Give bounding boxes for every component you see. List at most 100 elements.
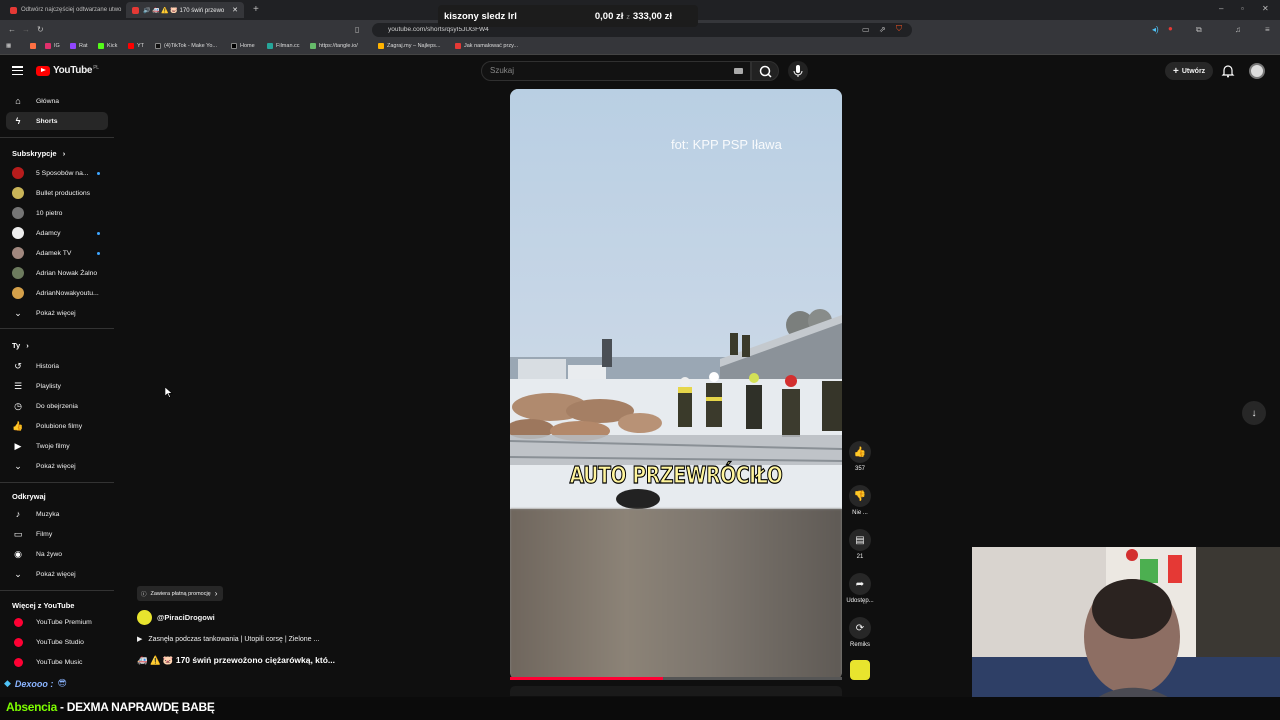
extension-icon[interactable]: ● [1168, 24, 1173, 33]
keyboard-icon[interactable] [734, 68, 743, 74]
like-button[interactable]: 👍 357 [846, 441, 874, 472]
sound-thumbnail[interactable] [850, 660, 870, 680]
new-tab-icon[interactable]: + [253, 4, 259, 15]
minimize-icon[interactable]: – [1219, 4, 1223, 13]
channel-avatar [12, 167, 24, 179]
sidebar-subscription[interactable]: Adrian Nowak Żalno [6, 264, 108, 282]
sidebar-youtube-product[interactable]: YouTube Studio [6, 633, 108, 651]
paid-promotion-badge[interactable]: ⓘ Zawiera płatną promocję › [137, 586, 224, 601]
webcam-image [972, 547, 1280, 720]
sidebar-item-shorts[interactable]: ϟ Shorts [6, 112, 108, 130]
tab-label: 🔊 🚑 ⚠️ 🐷 170 świń przewoż [143, 7, 225, 14]
sidebar-item-watch-later[interactable]: ◷ Do obejrzenia [6, 397, 108, 415]
divider [0, 482, 114, 483]
video-title: 🚑 ⚠️ 🐷 170 świń przewożono ciężarówką, k… [137, 655, 336, 665]
bookmark-item[interactable]: YT [128, 43, 144, 49]
bookmark-item[interactable]: https://tangle.io/ [310, 43, 358, 49]
notifications-bell-icon[interactable] [1221, 64, 1235, 78]
chat-message-overlay: ◆ Dexooo : 😎 [4, 678, 67, 689]
account-avatar[interactable] [1249, 63, 1265, 79]
screen-icon[interactable]: ▭ [862, 25, 870, 34]
shorts-video-player[interactable] [510, 89, 842, 680]
search-icon [759, 65, 772, 78]
sidebar-item-music[interactable]: ♪ Muzyka [6, 505, 108, 523]
bookmark-item[interactable]: (4)TikTok - Make Yo... [155, 43, 217, 49]
browser-tab[interactable]: Odtwórz najczęściej odtwarzane utwo [4, 2, 122, 18]
restore-icon[interactable]: ▫ [1241, 4, 1244, 13]
audio-icon[interactable]: ◂) [1152, 25, 1159, 34]
channel-avatar [12, 207, 24, 219]
sidebar-item-your-videos[interactable]: ▶ Twoje filmy [6, 437, 108, 455]
subscriptions-show-more[interactable]: ⌄ Pokaż więcej [6, 304, 108, 322]
apps-icon[interactable]: ▦ [6, 43, 11, 49]
sidebar-item-playlist[interactable]: ☰ Playlisty [6, 377, 108, 395]
sidebar-subscription[interactable]: 10 pietro [6, 204, 108, 222]
next-short-button[interactable]: ↓ [1242, 401, 1266, 425]
sidebar-youtube-product[interactable]: YouTube Premium [6, 613, 108, 631]
bookmark-item[interactable]: Zagraj.my – Najleps... [378, 43, 441, 49]
share-button[interactable]: ➦ Udostęp... [843, 573, 877, 604]
hamburger-menu-icon[interactable] [12, 66, 23, 76]
channel-avatar [12, 227, 24, 239]
sidebar-item-film[interactable]: ▭ Filmy [6, 525, 108, 543]
bookmark-item[interactable]: Rat [70, 43, 88, 49]
sidebar-item-like[interactable]: 👍 Polubione filmy [6, 417, 108, 435]
close-tab-icon[interactable]: ✕ [232, 6, 238, 14]
sidebar-item-live[interactable]: ◉ Na żywo [6, 545, 108, 563]
bookmark-item[interactable]: Filman.cc [267, 43, 300, 49]
channel-avatar [137, 610, 152, 625]
video-progress-bar[interactable] [510, 677, 842, 680]
sidebar-item-home[interactable]: ⌂ Główna [6, 92, 108, 110]
browser-tab-active[interactable]: 🔊 🚑 ⚠️ 🐷 170 świń przewoż ✕ [126, 2, 244, 18]
back-icon[interactable]: ← [8, 25, 16, 34]
voice-search-button[interactable] [788, 61, 808, 81]
bookmark-item[interactable]: Jak namalować przy... [455, 43, 518, 49]
you-heading[interactable]: Ty › [12, 341, 29, 350]
subscriptions-heading[interactable]: Subskrypcje › [12, 149, 65, 158]
channel-name[interactable]: @PiraciDrogowi [157, 613, 215, 622]
bookmark-item[interactable]: Kick [98, 43, 117, 49]
sidebar-subscription[interactable]: AdrianNowakyoutu... [6, 284, 108, 302]
channel-avatar [12, 187, 24, 199]
close-window-icon[interactable]: ✕ [1262, 4, 1269, 13]
chevron-down-icon: ⌄ [14, 568, 22, 579]
related-video-link[interactable]: ▶ Zasnęła podczas tankowania | Utopili co… [137, 635, 319, 644]
extensions-icon[interactable]: ⧉ [1196, 25, 1202, 35]
explore-show-more[interactable]: ⌄ Pokaż więcej [6, 565, 108, 583]
search-button[interactable] [751, 61, 779, 81]
forward-icon[interactable]: → [22, 25, 30, 34]
sidebar-subscription[interactable]: Adamcy [6, 224, 108, 242]
arrow-down-icon: ↓ [1251, 407, 1257, 419]
bookmark-item[interactable] [30, 43, 36, 49]
sidebar-subscription[interactable]: 5 Sposobów na... [6, 164, 108, 182]
bookmark-item[interactable]: IG [45, 43, 60, 49]
dislike-button[interactable]: 👎 Nie ... [846, 485, 874, 516]
bookmark-icon[interactable]: ▯ [355, 25, 359, 34]
bookmark-item[interactable]: Home [231, 43, 255, 49]
chevron-right-icon: › [214, 589, 218, 598]
you-show-more[interactable]: ⌄ Pokaż więcej [6, 457, 108, 475]
brave-shield-icon[interactable]: ⛉ [896, 24, 902, 34]
reload-icon[interactable]: ↻ [37, 25, 44, 34]
next-short-preview[interactable] [510, 686, 842, 696]
channel-info[interactable]: @PiraciDrogowi [137, 610, 215, 625]
sidebar-subscription[interactable]: Adamek TV [6, 244, 108, 262]
play-icon: ▶ [137, 636, 143, 643]
sidebar-subscription[interactable]: Bullet productions [6, 184, 108, 202]
youtube-product-icon [11, 617, 25, 627]
search-input[interactable]: Szukaj [481, 61, 751, 81]
remix-button[interactable]: ⟳ Remiks [846, 617, 874, 648]
plus-icon: + [1173, 65, 1179, 77]
sidebar-item-history[interactable]: ↺ Historia [6, 357, 108, 375]
video-caption: AUTO PRZEWRÓCIŁO [569, 462, 783, 489]
create-button[interactable]: + Utwórz [1165, 62, 1214, 80]
sidebar-youtube-product[interactable]: YouTube Music [6, 653, 108, 671]
comment-icon: ▤ [849, 529, 871, 551]
browser-menu-icon[interactable]: ≡ [1265, 25, 1270, 34]
youtube-logo[interactable]: YouTube PL [36, 65, 99, 76]
youtube-favicon-icon [10, 6, 17, 14]
home-icon: ⌂ [15, 96, 21, 106]
share-page-icon[interactable]: ⇗ [879, 25, 886, 34]
comments-button[interactable]: ▤ 21 [846, 529, 874, 560]
music-control-icon[interactable]: ♫ [1235, 25, 1241, 34]
